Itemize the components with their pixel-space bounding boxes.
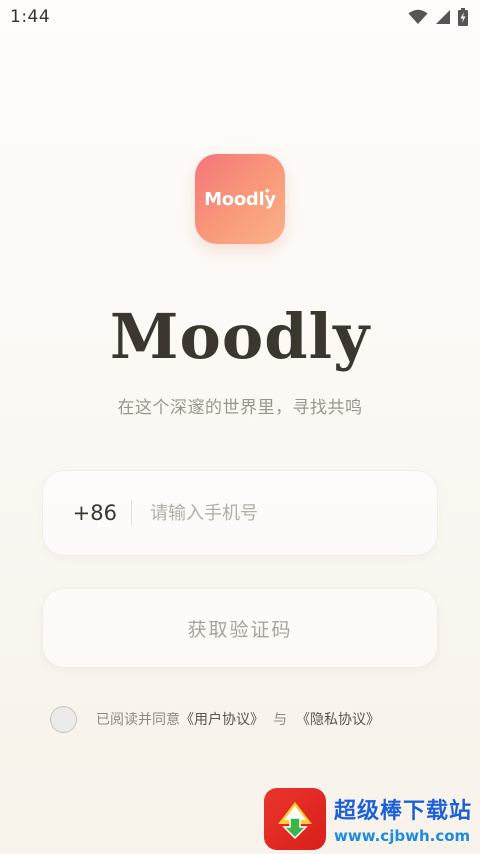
user-agreement-link[interactable]: 《用户协议》 xyxy=(180,709,264,729)
battery-charging-icon xyxy=(458,8,468,26)
phone-input[interactable] xyxy=(132,471,437,555)
watermark-logo-icon xyxy=(264,788,326,850)
watermark-title: 超级棒下载站 xyxy=(334,799,473,824)
agreement-row: 已阅读并同意 《用户协议》 与 《隐私协议》 xyxy=(50,705,380,733)
agreement-conjunction: 与 xyxy=(273,712,287,728)
agreement-checkbox[interactable] xyxy=(50,705,77,733)
watermark-url: www.cjbwh.com xyxy=(334,827,471,845)
phone-input-card: +86 xyxy=(42,470,438,556)
sparkle-icon: ✦ xyxy=(263,187,271,197)
privacy-policy-link[interactable]: 《隐私协议》 xyxy=(296,709,380,729)
watermark: 超级棒下载站 www.cjbwh.com xyxy=(264,786,480,852)
status-time: 1:44 xyxy=(10,7,51,27)
app-title: Moodly xyxy=(109,300,371,373)
status-icons xyxy=(408,8,468,26)
agreement-prefix: 已阅读并同意 xyxy=(96,712,180,728)
signal-icon xyxy=(436,10,450,24)
country-code[interactable]: +86 xyxy=(43,501,131,525)
wifi-icon xyxy=(408,9,428,24)
app-logo: Moodly ✦ xyxy=(195,154,285,244)
status-bar: 1:44 xyxy=(0,0,480,34)
get-code-button[interactable]: 获取验证码 xyxy=(42,588,438,668)
app-slogan: 在这个深邃的世界里，寻找共鸣 xyxy=(117,398,363,418)
